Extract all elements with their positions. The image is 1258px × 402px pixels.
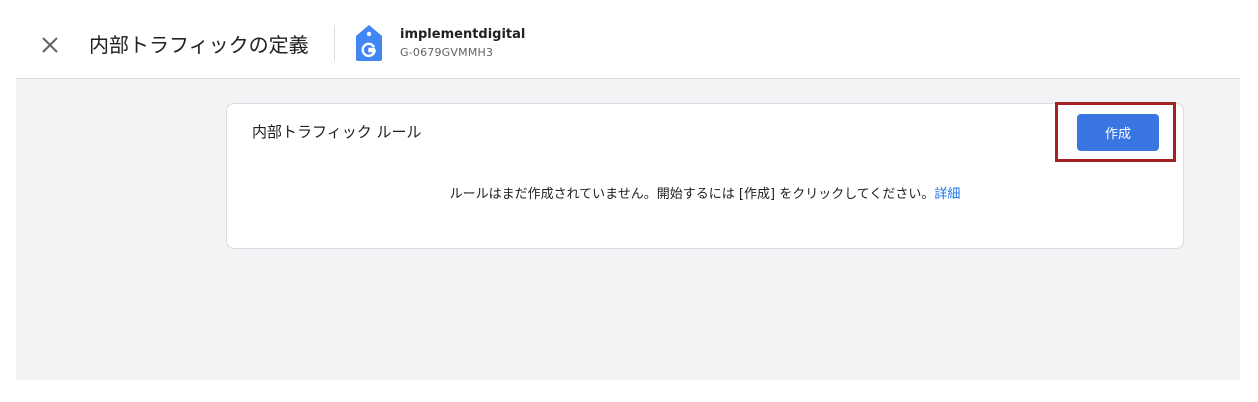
title-divider [334,25,335,61]
empty-state-message: ルールはまだ作成されていません。開始するには [作成] をクリックしてください。… [227,183,1183,202]
top-bar: 内部トラフィックの定義 implementdigital G-0679GVMMH… [16,0,1240,79]
page-title: 内部トラフィックの定義 [89,33,309,57]
empty-state-text: ルールはまだ作成されていません。開始するには [作成] をクリックしてください。 [449,187,935,202]
create-button[interactable]: 作成 [1077,114,1159,151]
ga-property-tag-icon [355,24,383,62]
close-icon [42,37,58,53]
property-id: G-0679GVMMH3 [400,46,494,59]
card-title: 内部トラフィック ルール [252,123,422,141]
close-button[interactable] [40,35,60,55]
property-name: implementdigital [400,27,526,42]
learn-more-link[interactable]: 詳細 [934,187,960,202]
internal-traffic-rules-card: 内部トラフィック ルール 作成 ルールはまだ作成されていません。開始するには [… [226,102,1184,249]
